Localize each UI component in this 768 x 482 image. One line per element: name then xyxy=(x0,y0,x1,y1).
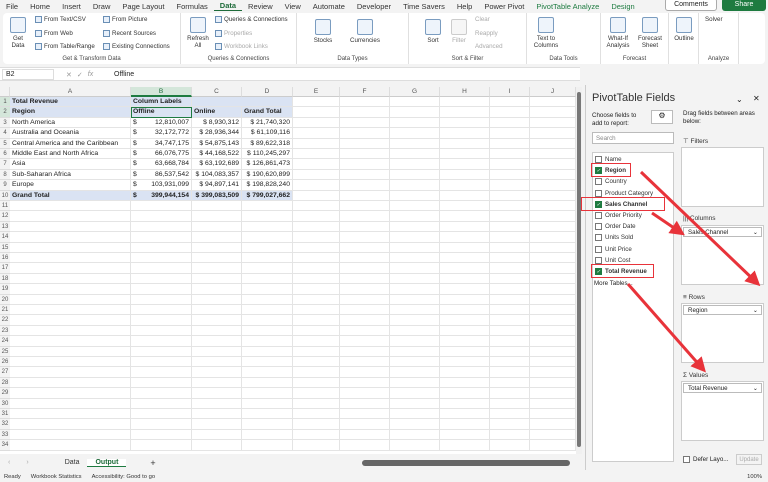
arrow-sales-channel-to-columns xyxy=(651,211,685,236)
arrow-total-revenue-to-values xyxy=(626,283,706,373)
arrow-region-to-rows xyxy=(639,170,761,287)
annotation-arrows xyxy=(626,170,761,373)
